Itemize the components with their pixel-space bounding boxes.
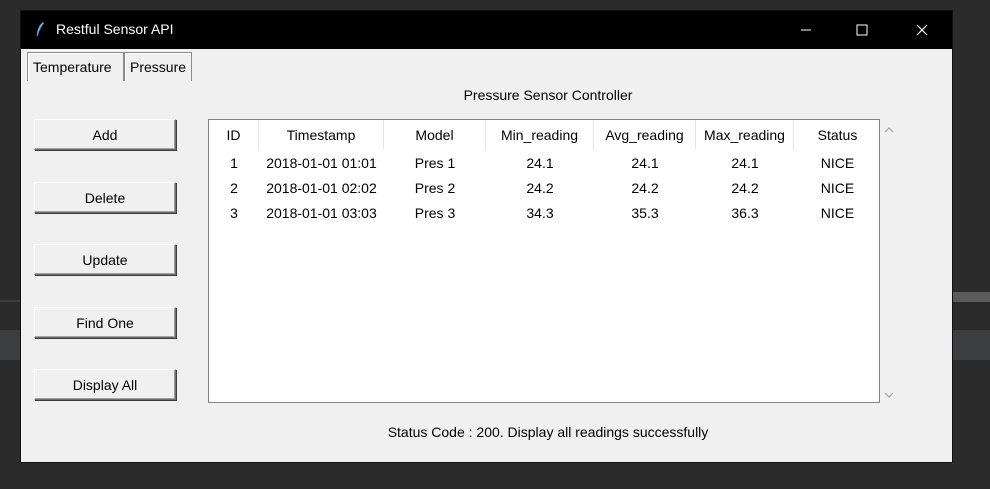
cell-timestamp: 2018-01-01 03:03: [266, 204, 377, 221]
cell-avg-reading: 24.1: [631, 154, 659, 171]
cell-status: NICE: [820, 179, 855, 196]
cell-id: 2: [230, 179, 238, 196]
cell-min-reading: 24.2: [526, 179, 554, 196]
cell-max-reading: 24.1: [731, 154, 759, 171]
minimize-button[interactable]: [783, 11, 829, 49]
panel-title: Pressure Sensor Controller: [463, 87, 633, 103]
cell-id: 3: [230, 204, 238, 221]
background-band-right: [952, 330, 990, 360]
table-header: ID Timestamp Model Min_reading Avg_readi…: [209, 120, 881, 150]
cell-min-reading: 24.1: [526, 154, 554, 171]
cell-avg-reading: 24.2: [631, 179, 659, 196]
table-row[interactable]: 2 2018-01-01 02:02 Pres 2 24.2 24.2 24.2…: [209, 175, 881, 200]
column-header-min-reading[interactable]: Min_reading: [486, 120, 594, 150]
cell-max-reading: 36.3: [731, 204, 759, 221]
readings-table[interactable]: ID Timestamp Model Min_reading Avg_readi…: [208, 119, 880, 403]
scroll-up-button[interactable]: [880, 121, 897, 138]
table-row[interactable]: 3 2018-01-01 03:03 Pres 3 34.3 35.3 36.3…: [209, 200, 881, 225]
maximize-icon: [856, 24, 868, 36]
close-icon: [916, 24, 928, 36]
cell-model: Pres 3: [414, 204, 456, 221]
cell-timestamp: 2018-01-01 01:01: [266, 154, 377, 171]
cell-min-reading: 34.3: [526, 204, 554, 221]
table-scrollbar[interactable]: [880, 119, 897, 403]
cell-model: Pres 1: [414, 154, 456, 171]
notebook-tabs: Temperature Pressure: [21, 52, 192, 81]
window-title: Restful Sensor API: [56, 21, 174, 37]
cell-avg-reading: 35.3: [631, 204, 659, 221]
find-one-button[interactable]: Find One: [34, 307, 176, 338]
add-button[interactable]: Add: [34, 119, 176, 150]
background-scroll-strip: [952, 292, 990, 302]
cell-max-reading: 24.2: [731, 179, 759, 196]
close-button[interactable]: [899, 11, 945, 49]
cell-id: 1: [230, 154, 238, 171]
title-bar[interactable]: Restful Sensor API: [21, 11, 952, 49]
cell-status: NICE: [820, 154, 855, 171]
feather-icon: [36, 22, 44, 37]
column-header-status[interactable]: Status: [794, 120, 881, 150]
scroll-down-button[interactable]: [880, 386, 897, 403]
display-all-button[interactable]: Display All: [34, 369, 176, 400]
background-band-left: [0, 330, 22, 360]
cell-model: Pres 2: [414, 179, 456, 196]
column-header-model[interactable]: Model: [384, 120, 486, 150]
status-message: Status Code : 200. Display all readings …: [387, 424, 709, 440]
table-row[interactable]: 1 2018-01-01 01:01 Pres 1 24.1 24.1 24.1…: [209, 150, 881, 175]
update-button[interactable]: Update: [34, 244, 176, 275]
maximize-button[interactable]: [839, 11, 885, 49]
column-header-timestamp[interactable]: Timestamp: [259, 120, 384, 150]
chevron-down-icon: [884, 392, 893, 398]
app-window: Restful Sensor API Temperature Pressure …: [21, 11, 952, 462]
column-header-max-reading[interactable]: Max_reading: [696, 120, 794, 150]
tab-pressure[interactable]: Pressure: [124, 52, 192, 81]
chevron-up-icon: [884, 126, 893, 132]
minimize-icon: [801, 29, 811, 31]
column-header-id[interactable]: ID: [209, 120, 259, 150]
cell-status: NICE: [820, 204, 855, 221]
cell-timestamp: 2018-01-01 02:02: [266, 179, 377, 196]
column-header-avg-reading[interactable]: Avg_reading: [594, 120, 696, 150]
delete-button[interactable]: Delete: [34, 182, 176, 213]
tab-temperature[interactable]: Temperature: [27, 52, 124, 81]
